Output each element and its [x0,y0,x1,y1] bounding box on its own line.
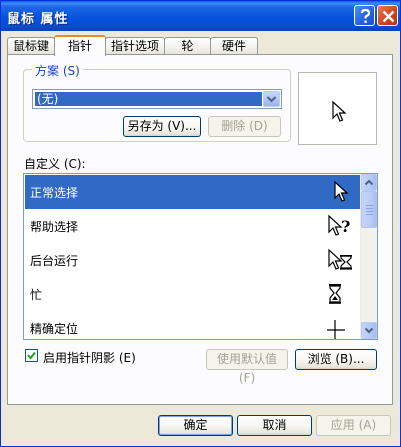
close-button[interactable] [377,5,398,26]
browse-button[interactable]: 浏览 (B)... [295,349,377,370]
list-scrollbar[interactable] [360,174,377,339]
list-item[interactable]: 后台运行 [25,243,361,277]
grip-line [366,208,373,209]
scroll-up-button[interactable] [361,174,377,191]
list-item[interactable]: 精确定位 [25,311,361,339]
arrow-cursor-icon [332,101,347,122]
help-cursor-icon: ? [328,214,350,236]
tab-pointers[interactable]: 指针 [54,35,106,56]
scheme-selected-value: (无) [35,92,262,106]
list-item-label: 帮助选择 [30,220,79,234]
scroll-thumb[interactable] [361,191,377,228]
list-item-label: 忙 [30,288,43,302]
dropdown-arrow-button[interactable] [263,91,280,107]
svg-text:?: ? [341,217,350,236]
list-item-label: 后台运行 [30,254,79,268]
tab-wheel[interactable]: 轮 [164,37,211,55]
list-item-label: 正常选择 [30,186,79,200]
chevron-down-icon [266,96,277,103]
tab-hardware[interactable]: 硬件 [210,37,258,55]
question-mark-icon [360,8,371,23]
ok-button[interactable]: 确定 [158,415,233,436]
window-title: 鼠标 属性 [7,12,69,27]
grip-line [366,211,373,212]
scheme-dropdown[interactable]: (无) [32,89,282,109]
cursor-preview [298,72,377,145]
arrow-cursor-icon [334,180,349,202]
use-default-button[interactable]: 使用默认值 (F) [206,349,288,385]
close-icon [382,10,395,23]
mouse-properties-window: 鼠标 属性 鼠标键 指针 指针选项 轮 硬件 方案 (S) (无) 另存为 (V… [0,0,401,447]
chevron-up-icon [364,179,374,186]
tab-pointer-options[interactable]: 指针选项 [105,37,165,55]
list-item-label: 精确定位 [30,322,79,336]
tab-mouse-buttons[interactable]: 鼠标键 [7,37,55,55]
working-in-background-cursor-icon [328,248,352,270]
scheme-group: 方案 (S) (无) 另存为 (V)... 删除 (D) [23,62,291,142]
delete-button[interactable]: 删除 (D) [208,116,281,137]
scroll-down-button[interactable] [361,322,377,339]
cursor-list[interactable]: 正常选择 帮助选择 ? 后台运行 忙 精确定位 [23,173,378,340]
custom-label: 自定义 (C): [24,157,86,171]
grip-line [366,205,373,206]
shadow-checkbox[interactable] [25,349,38,362]
list-item[interactable]: 正常选择 [25,175,361,209]
list-item[interactable]: 忙 [25,277,361,311]
checkmark-icon [27,351,36,360]
scheme-label: 方案 (S) [32,62,83,79]
help-button[interactable] [354,5,375,26]
title-bar[interactable]: 鼠标 属性 [1,1,400,31]
busy-hourglass-icon [329,284,341,304]
crosshair-cursor-icon [327,320,345,339]
cancel-button[interactable]: 取消 [237,415,312,436]
grip-line [366,214,373,215]
shadow-checkbox-label[interactable]: 启用指针阴影 (E) [43,349,136,366]
pointers-panel: 方案 (S) (无) 另存为 (V)... 删除 (D) 自定义 (C): 正常… [7,54,393,405]
apply-button[interactable]: 应用 (A) [316,415,391,436]
list-item[interactable]: 帮助选择 ? [25,209,361,243]
save-as-button[interactable]: 另存为 (V)... [123,116,201,137]
chevron-down-icon [364,327,374,334]
